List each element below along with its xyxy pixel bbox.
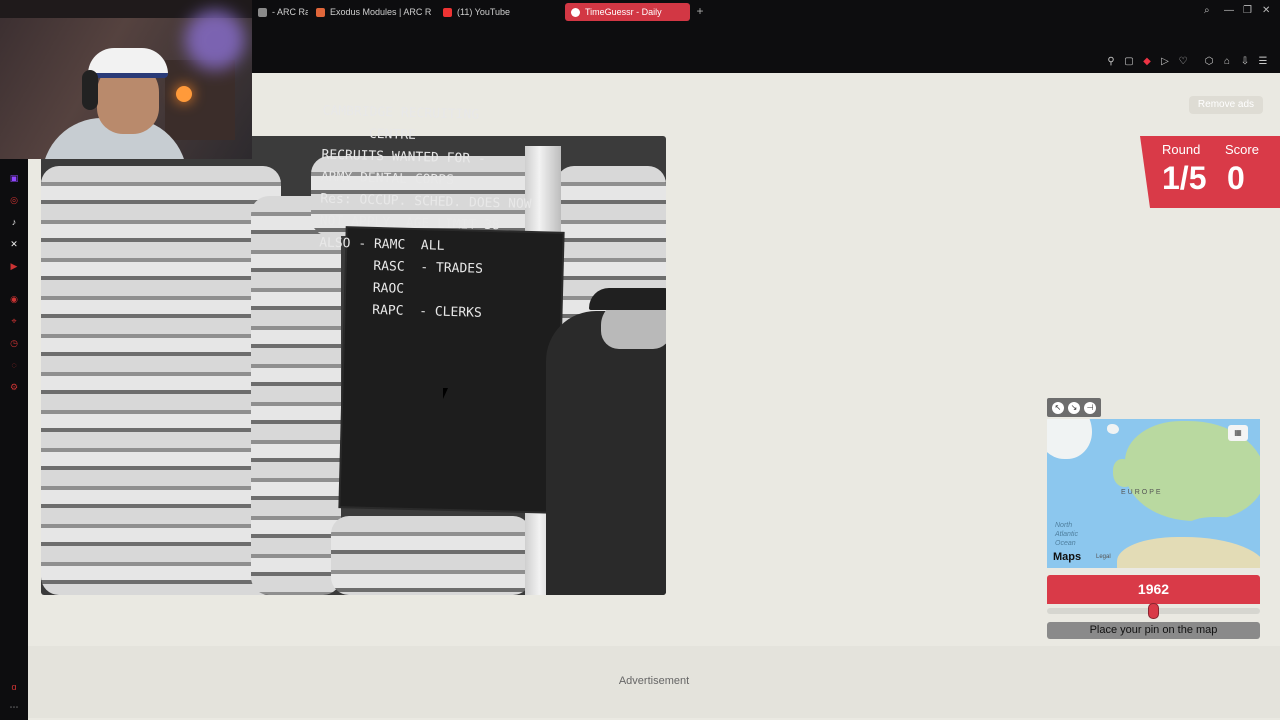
tab-label: Exodus Modules | ARC R	[330, 7, 432, 17]
close-button[interactable]: ✕	[1262, 5, 1270, 17]
search-icon[interactable]: ⌕	[1204, 5, 1210, 17]
sandbags-bottom	[331, 516, 531, 595]
extension-icon[interactable]: ɑ	[8, 681, 20, 693]
year-slider-thumb[interactable]	[1148, 603, 1159, 619]
streamer-cap	[88, 48, 168, 78]
webcam-overlay	[0, 0, 252, 159]
screen: - ARC Raide Exodus Modules | ARC R (11) …	[0, 0, 1280, 720]
mouse-cursor-icon	[443, 388, 453, 399]
instagram-icon[interactable]: ◎	[8, 194, 20, 206]
tab-exodus-modules[interactable]: Exodus Modules | ARC R	[310, 3, 435, 21]
pin-toggle-icon[interactable]: ⊣	[1084, 401, 1096, 414]
tab-arc-raiders[interactable]: - ARC Raide	[252, 3, 308, 21]
advertisement-label: Advertisement	[618, 675, 690, 687]
tiktok-icon[interactable]: ♪	[8, 216, 20, 228]
sidebar: ▣ ◎ ♪ ✕ ▶ ◉ ⌖ ◷ ◌ ⚙ ɑ ⋯	[0, 73, 28, 720]
map-toolbar: ↖ ↘ ⊣	[1047, 398, 1101, 417]
menu-icon[interactable]: ☰	[1257, 56, 1269, 68]
history-icon[interactable]: ◷	[8, 337, 20, 349]
twitch-icon[interactable]: ▣	[8, 172, 20, 184]
score-label: Score	[1225, 142, 1259, 157]
expand-icon[interactable]: ↖	[1052, 401, 1064, 414]
minimize-button[interactable]: —	[1224, 5, 1234, 17]
place-pin-button[interactable]: Place your pin on the map	[1047, 622, 1260, 639]
mediterranean	[1187, 517, 1257, 539]
heart-icon[interactable]: ♡	[1177, 56, 1189, 68]
streamer	[42, 40, 187, 159]
blurred-region	[185, 10, 245, 70]
tab-label: (11) YouTube	[457, 7, 511, 17]
pin-icon[interactable]: ⚲	[1105, 56, 1117, 68]
tab-youtube[interactable]: (11) YouTube	[437, 3, 562, 21]
greenland	[1047, 419, 1092, 459]
messenger-icon[interactable]: ◌	[8, 359, 20, 371]
soldier-cap	[589, 288, 666, 310]
globe-icon	[571, 7, 580, 17]
youtube-icon	[443, 7, 452, 17]
extension-icon[interactable]: ⌂	[1221, 56, 1233, 68]
score-box	[1140, 136, 1280, 208]
x-icon[interactable]: ✕	[8, 238, 20, 250]
legal-link[interactable]: Legal	[1096, 554, 1111, 560]
play-icon[interactable]: ▷	[1159, 56, 1171, 68]
chalkboard-text: CAMBRIDGE RECRUITING CENTRE RECRUITS WAN…	[318, 103, 532, 321]
pocket-icon[interactable]: ◆	[1141, 56, 1153, 68]
british-isles	[1113, 459, 1135, 487]
score-value: 0	[1227, 160, 1245, 196]
more-icon[interactable]: ⋯	[8, 701, 20, 713]
remove-ads-button[interactable]: Remove ads	[1189, 96, 1263, 114]
settings-icon[interactable]: ⚙	[8, 381, 20, 393]
cube-icon[interactable]: ⬡	[1203, 56, 1215, 68]
tab-label: - ARC Raide	[272, 7, 308, 17]
round-label: Round	[1162, 142, 1201, 157]
map-region-label: EUROPE	[1121, 489, 1163, 496]
maps-provider: Maps	[1053, 551, 1082, 563]
ocean-label: North Atlantic Ocean	[1055, 522, 1078, 547]
new-tab-button[interactable]: +	[694, 5, 706, 17]
iceland	[1107, 424, 1119, 434]
round-value: 1/5	[1162, 160, 1207, 196]
download-icon[interactable]: ⇩	[1239, 56, 1251, 68]
arc-raiders-icon	[258, 7, 267, 17]
shrink-icon[interactable]: ↘	[1068, 401, 1080, 414]
player-icon[interactable]: ◉	[8, 293, 20, 305]
soldier	[546, 311, 666, 595]
youtube-icon[interactable]: ▶	[8, 260, 20, 272]
sandbags-left	[41, 166, 281, 595]
screenshot-icon[interactable]: ▢	[1123, 56, 1135, 68]
map-type-icon[interactable]: ▦	[1228, 425, 1248, 441]
pin-icon[interactable]: ⌖	[8, 315, 20, 327]
tab-timeguessr[interactable]: TimeGuessr - Daily	[565, 3, 690, 21]
maximize-button[interactable]: ❐	[1243, 5, 1252, 17]
headphones-icon	[82, 70, 98, 110]
year-display: 1962	[1047, 575, 1260, 604]
exodus-icon	[316, 7, 325, 17]
tab-label: TimeGuessr - Daily	[585, 7, 662, 17]
maps-logo: Maps	[1053, 551, 1081, 563]
north-africa	[1117, 537, 1260, 568]
